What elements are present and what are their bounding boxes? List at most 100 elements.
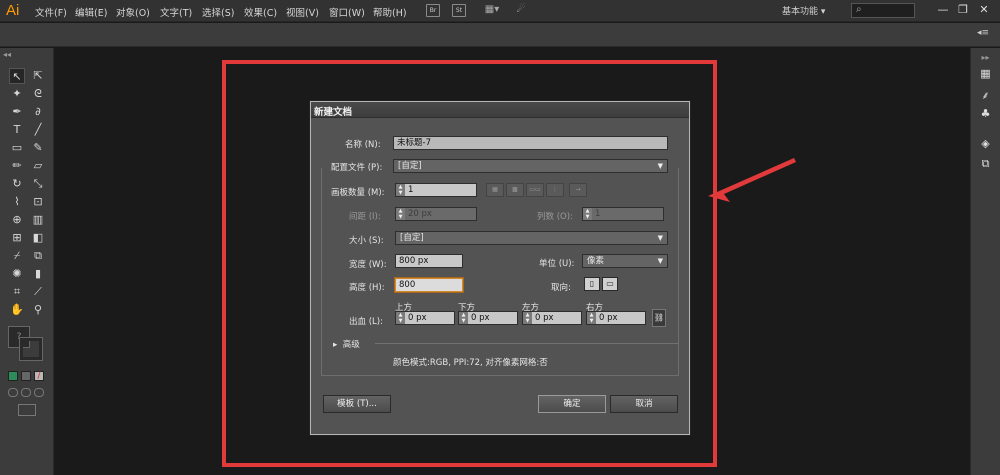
bleed-left-stepper[interactable]: ▲ ▼ 0 px [522,311,582,325]
stroke-swatch[interactable] [19,337,43,361]
menu-edit[interactable]: 编辑(E) [75,5,107,19]
chevron-down-icon: ▼ [657,234,663,242]
warp-tool-icon[interactable]: ⌇ [9,194,25,210]
line-tool-icon[interactable]: ╱ [30,122,46,138]
control-bar: ◂≡ [0,23,1000,47]
gradient-mode-icon[interactable] [21,371,31,381]
disclosure-triangle-icon: ▸ [333,340,338,350]
menu-view[interactable]: 视图(V) [286,5,319,19]
app-logo: Ai [6,2,20,19]
ok-button[interactable]: 确定 [538,395,606,413]
tools-panel: ◂◂ ↖ ⇱ ✦ ᘓ ✒ ∂ T ╱ ▭ ✎ ✏ ▱ ↻ ⤡ ⌇ ⊡ ⊕ ▥ ⊞… [0,48,54,475]
menu-window[interactable]: 窗口(W) [329,5,365,19]
mesh-tool-icon[interactable]: ⊞ [9,230,25,246]
spacing-stepper[interactable]: ▲ ▼ 20 px [395,207,477,221]
bleed-bottom-stepper[interactable]: ▲ ▼ 0 px [458,311,518,325]
chevron-down-icon: ▼ [657,257,663,265]
artboards-panel-icon[interactable]: ⧉ [978,156,993,171]
units-dropdown[interactable]: 像素 ▼ [582,254,668,268]
gpu-performance-icon[interactable]: ☄ [512,4,530,17]
units-label: 单位 (U): [539,259,575,269]
draw-behind-icon[interactable] [21,388,31,397]
link-bleed-icon[interactable]: ⛓ [652,309,666,327]
dialog-title-bar[interactable]: 新建文档 [311,102,689,118]
curvature-tool-icon[interactable]: ∂ [30,104,46,120]
landscape-icon[interactable]: ▭ [602,277,618,291]
type-tool-icon[interactable]: T [9,122,25,138]
orientation-label: 取向: [551,283,571,293]
artboards-stepper[interactable]: ▲ ▼ 1 [395,183,477,197]
perspective-grid-tool-icon[interactable]: ▥ [30,212,46,228]
bleed-right-stepper[interactable]: ▲ ▼ 0 px [586,311,646,325]
pen-tool-icon[interactable]: ✒ [9,104,25,120]
restore-button[interactable]: ❐ [954,2,972,18]
document-info: 颜色模式:RGB, PPI:72, 对齐像素网格:否 [393,358,548,368]
arrange-documents-icon[interactable]: ▦▾ [481,4,503,17]
grid-by-row-icon[interactable]: ▦ [486,183,504,197]
zoom-tool-icon[interactable]: ⚲ [30,302,46,318]
column-graph-tool-icon[interactable]: ▮ [30,266,46,282]
scale-tool-icon[interactable]: ⤡ [30,176,46,192]
swatches-panel-icon[interactable]: ▦ [978,66,993,81]
eraser-tool-icon[interactable]: ▱ [30,158,46,174]
collapse-icon[interactable]: ◂◂ [3,50,11,59]
lasso-tool-icon[interactable]: ᘓ [30,86,46,102]
size-dropdown[interactable]: [自定] ▼ [395,231,668,245]
minimize-button[interactable]: — [934,2,952,18]
grid-by-column-icon[interactable]: ▩ [506,183,524,197]
height-label: 高度 (H): [349,283,385,293]
menu-type[interactable]: 文字(T) [160,5,192,19]
bridge-icon[interactable]: Br [426,4,440,17]
right-to-left-icon[interactable]: → [569,183,587,197]
expand-panels-icon[interactable]: ▸▸ [978,50,993,65]
width-input[interactable]: 800 px [395,254,463,268]
name-input[interactable]: 未标题-7 [393,136,668,150]
slice-tool-icon[interactable]: ⟋ [30,284,46,300]
pencil-tool-icon[interactable]: ✏ [9,158,25,174]
draw-normal-icon[interactable] [8,388,18,397]
bleed-top-stepper[interactable]: ▲ ▼ 0 px [395,311,455,325]
none-mode-icon[interactable]: / [34,371,44,381]
magic-wand-tool-icon[interactable]: ✦ [9,86,25,102]
workspace-switcher[interactable]: 基本功能 ▾ [782,4,825,17]
color-mode-icon[interactable] [8,371,18,381]
close-button[interactable]: ✕ [975,2,993,18]
selection-tool-icon[interactable]: ↖ [9,68,25,84]
panel-menu-icon[interactable]: ◂≡ [977,28,989,38]
new-document-dialog: 新建文档 名称 (N): 未标题-7 配置文件 (P): [自定] ▼ 画板数量 … [310,101,690,435]
layers-panel-icon[interactable]: ◈ [978,136,993,151]
arrange-by-column-icon[interactable]: ⋮ [546,183,564,197]
gradient-tool-icon[interactable]: ◧ [30,230,46,246]
blend-tool-icon[interactable]: ⧉ [30,248,46,264]
height-input[interactable]: 800 [395,278,463,292]
menu-file[interactable]: 文件(F) [35,5,67,19]
cancel-button[interactable]: 取消 [610,395,678,413]
draw-inside-icon[interactable] [34,388,44,397]
direct-selection-tool-icon[interactable]: ⇱ [30,68,46,84]
menu-object[interactable]: 对象(O) [116,5,150,19]
search-input[interactable]: ⌕ [851,3,915,18]
menu-help[interactable]: 帮助(H) [373,5,407,19]
hand-tool-icon[interactable]: ✋ [9,302,25,318]
portrait-icon[interactable]: ▯ [584,277,600,291]
symbols-panel-icon[interactable]: ♣ [978,106,993,121]
rectangle-tool-icon[interactable]: ▭ [9,140,25,156]
screen-mode-icon[interactable] [18,404,36,416]
columns-stepper[interactable]: ▲ ▼ 1 [582,207,664,221]
paintbrush-tool-icon[interactable]: ✎ [30,140,46,156]
artboards-label: 画板数量 (M): [331,188,385,198]
stock-icon[interactable]: St [452,4,466,17]
symbol-sprayer-tool-icon[interactable]: ✺ [9,266,25,282]
free-transform-tool-icon[interactable]: ⊡ [30,194,46,210]
rotate-tool-icon[interactable]: ↻ [9,176,25,192]
arrange-by-row-icon[interactable]: ▭▭ [526,183,544,197]
menu-select[interactable]: 选择(S) [202,5,234,19]
brushes-panel-icon[interactable]: ⸙ [978,88,993,103]
shape-builder-tool-icon[interactable]: ⊕ [9,212,25,228]
templates-button[interactable]: 模板 (T)... [323,395,391,413]
eyedropper-tool-icon[interactable]: ⌿ [9,248,25,264]
menu-effect[interactable]: 效果(C) [244,5,277,19]
menu-bar: Ai 文件(F) 编辑(E) 对象(O) 文字(T) 选择(S) 效果(C) 视… [0,0,1000,22]
artboard-tool-icon[interactable]: ⌗ [9,284,25,300]
advanced-label[interactable]: ▸ 高级 [333,338,360,350]
